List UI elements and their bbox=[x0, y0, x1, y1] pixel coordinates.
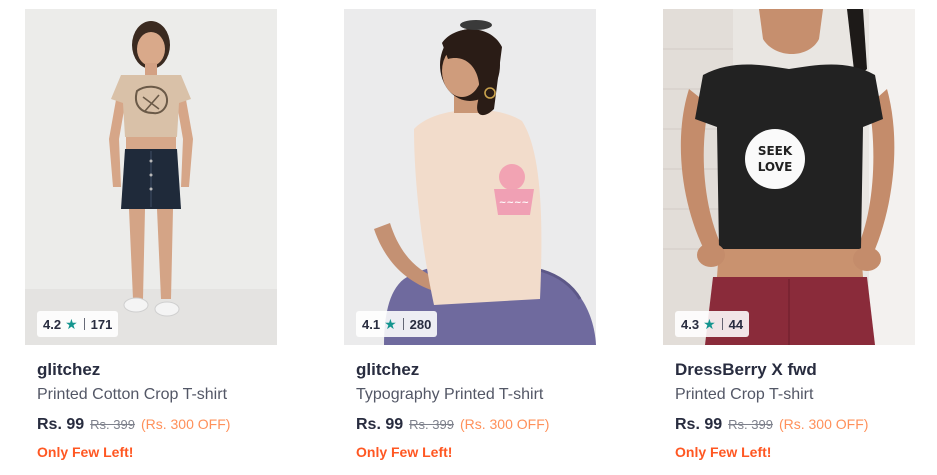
rating-badge-1: 4.2 ★ 171 bbox=[37, 311, 119, 337]
rating-count: 44 bbox=[728, 316, 744, 332]
model-black-crop-tee-seek-love-print-icon: SEEK LOVE bbox=[663, 9, 915, 345]
price-row: Rs. 99 Rs. 399 (Rs. 300 OFF) bbox=[37, 413, 265, 436]
product-brand[interactable]: DressBerry X fwd bbox=[675, 359, 903, 381]
star-icon: ★ bbox=[703, 315, 716, 332]
rating-count: 280 bbox=[409, 316, 432, 332]
product-price: Rs. 99 bbox=[675, 416, 723, 433]
rating-value: 4.2 bbox=[43, 316, 62, 332]
rating-value: 4.1 bbox=[362, 316, 381, 332]
product-name[interactable]: Printed Cotton Crop T-shirt bbox=[37, 385, 265, 405]
product-card-1[interactable]: 4.2 ★ 171 glitchez Printed Cotton Crop T… bbox=[25, 9, 277, 462]
rating-divider bbox=[83, 318, 85, 330]
product-name[interactable]: Printed Crop T-shirt bbox=[675, 385, 903, 405]
star-icon: ★ bbox=[384, 315, 397, 332]
stock-alert: Only Few Left! bbox=[37, 444, 134, 460]
svg-text:~~~~: ~~~~ bbox=[499, 198, 529, 208]
rating-divider bbox=[402, 318, 404, 330]
star-icon: ★ bbox=[65, 315, 78, 332]
product-discount: (Rs. 300 OFF) bbox=[140, 416, 231, 432]
product-image-1[interactable]: 4.2 ★ 171 bbox=[25, 9, 277, 345]
stock-alert: Only Few Left! bbox=[356, 444, 453, 460]
product-card-2[interactable]: ~~~~ 4.1 ★ 280 glitchez Typography Print… bbox=[344, 9, 596, 462]
product-brand[interactable]: glitchez bbox=[356, 359, 584, 381]
product-mrp: Rs. 399 bbox=[409, 417, 454, 432]
product-mrp: Rs. 399 bbox=[90, 417, 135, 432]
print-text-love: LOVE bbox=[758, 160, 793, 174]
product-brand[interactable]: glitchez bbox=[37, 359, 265, 381]
rating-badge-2: 4.1 ★ 280 bbox=[356, 311, 438, 337]
product-card-3[interactable]: SEEK LOVE 4.3 ★ 44 DressBerry X fwd Prin… bbox=[663, 9, 915, 462]
product-price: Rs. 99 bbox=[356, 416, 404, 433]
product-discount: (Rs. 300 OFF) bbox=[778, 416, 869, 432]
product-image-2[interactable]: ~~~~ 4.1 ★ 280 bbox=[344, 9, 596, 345]
product-price: Rs. 99 bbox=[37, 416, 85, 433]
product-discount: (Rs. 300 OFF) bbox=[459, 416, 550, 432]
product-image-3[interactable]: SEEK LOVE 4.3 ★ 44 bbox=[663, 9, 915, 345]
rating-divider bbox=[721, 318, 723, 330]
rating-badge-3: 4.3 ★ 44 bbox=[675, 311, 750, 337]
stock-alert: Only Few Left! bbox=[675, 444, 772, 460]
price-row: Rs. 99 Rs. 399 (Rs. 300 OFF) bbox=[356, 413, 584, 436]
rating-value: 4.3 bbox=[681, 316, 700, 332]
price-row: Rs. 99 Rs. 399 (Rs. 300 OFF) bbox=[675, 413, 903, 436]
model-beige-crop-tee-denim-skirt-icon bbox=[25, 9, 277, 345]
product-mrp: Rs. 399 bbox=[728, 417, 773, 432]
print-text-seek: SEEK bbox=[758, 144, 793, 158]
rating-count: 171 bbox=[90, 316, 113, 332]
product-name[interactable]: Typography Printed T-shirt bbox=[356, 385, 584, 405]
model-cream-tee-back-print-icon: ~~~~ bbox=[344, 9, 596, 345]
